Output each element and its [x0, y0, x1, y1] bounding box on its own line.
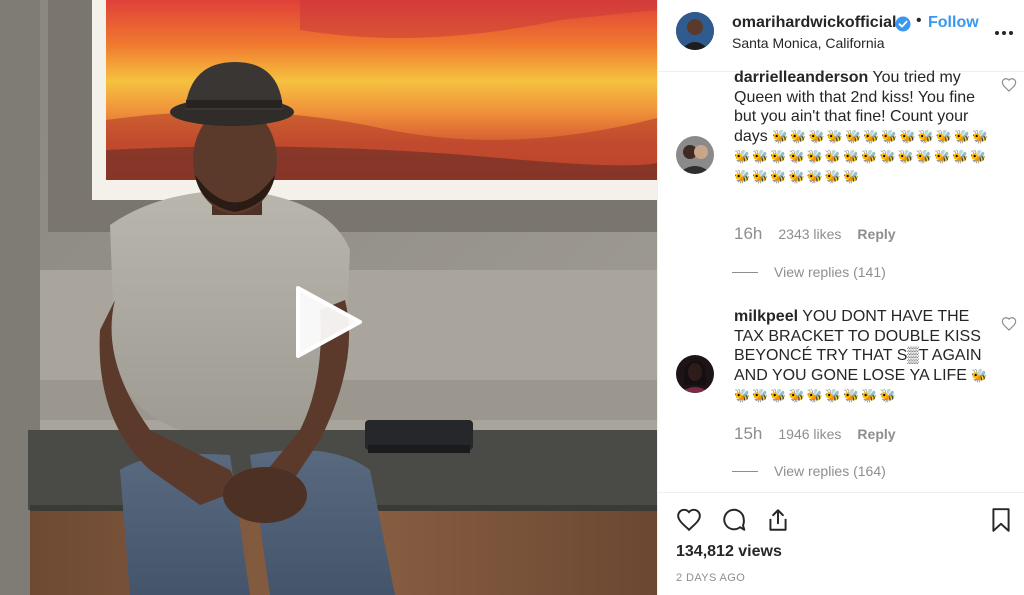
more-options-icon[interactable] [994, 30, 1014, 36]
post-header: omarihardwickofficial • Follow Santa Mon… [658, 0, 1024, 72]
comment-body: darrielleanderson You tried my Queen wit… [734, 68, 992, 186]
divider-line [732, 271, 758, 273]
post-side-panel: omarihardwickofficial • Follow Santa Mon… [657, 0, 1024, 595]
comment-likes[interactable]: 1946 likes [778, 426, 841, 442]
verified-badge-icon [895, 16, 911, 32]
heart-icon[interactable] [676, 507, 702, 533]
comment-body: milkpeel YOU DONT HAVE THE TAX BRACKET T… [734, 307, 992, 406]
comment-bubble-icon[interactable] [721, 507, 747, 533]
post-timestamp[interactable]: 2 DAYS AGO [676, 572, 745, 584]
comment-username[interactable]: darrielleanderson [734, 69, 868, 86]
video-player[interactable] [0, 0, 657, 595]
view-replies-button[interactable]: View replies (164) [732, 463, 886, 479]
reply-button[interactable]: Reply [857, 226, 895, 242]
reply-button[interactable]: Reply [857, 426, 895, 442]
play-icon[interactable] [290, 284, 366, 360]
comment-time[interactable]: 16h [734, 224, 762, 244]
comment-username[interactable]: milkpeel [734, 308, 798, 325]
author-username[interactable]: omarihardwickofficial [732, 14, 897, 32]
view-replies-label: View replies (164) [774, 463, 886, 479]
view-count: 134,812 views [676, 543, 782, 560]
comment-meta: 15h 1946 likes Reply [734, 424, 896, 444]
commenter-avatar[interactable] [676, 355, 714, 393]
author-avatar[interactable] [676, 12, 714, 50]
bookmark-icon[interactable] [988, 507, 1014, 533]
view-replies-label: View replies (141) [774, 264, 886, 280]
post-actions: 134,812 views 2 DAYS AGO [658, 492, 1024, 595]
comment-emoji: 🐝🐝🐝🐝🐝🐝🐝🐝🐝🐝🐝🐝🐝🐝🐝🐝🐝🐝🐝🐝🐝🐝🐝🐝🐝🐝🐝🐝🐝🐝🐝🐝🐝 [734, 129, 991, 184]
comment-like-heart-icon[interactable] [1001, 316, 1017, 332]
view-replies-button[interactable]: View replies (141) [732, 264, 886, 280]
divider-line [732, 470, 758, 472]
post-location[interactable]: Santa Monica, California [732, 35, 885, 51]
share-icon[interactable] [765, 507, 791, 533]
comment-time[interactable]: 15h [734, 424, 762, 444]
separator-dot: • [916, 12, 922, 29]
follow-button[interactable]: Follow [928, 14, 979, 32]
comment-like-heart-icon[interactable] [1001, 77, 1017, 93]
commenter-avatar[interactable] [676, 136, 714, 174]
comment-likes[interactable]: 2343 likes [778, 226, 841, 242]
comment-meta: 16h 2343 likes Reply [734, 224, 896, 244]
